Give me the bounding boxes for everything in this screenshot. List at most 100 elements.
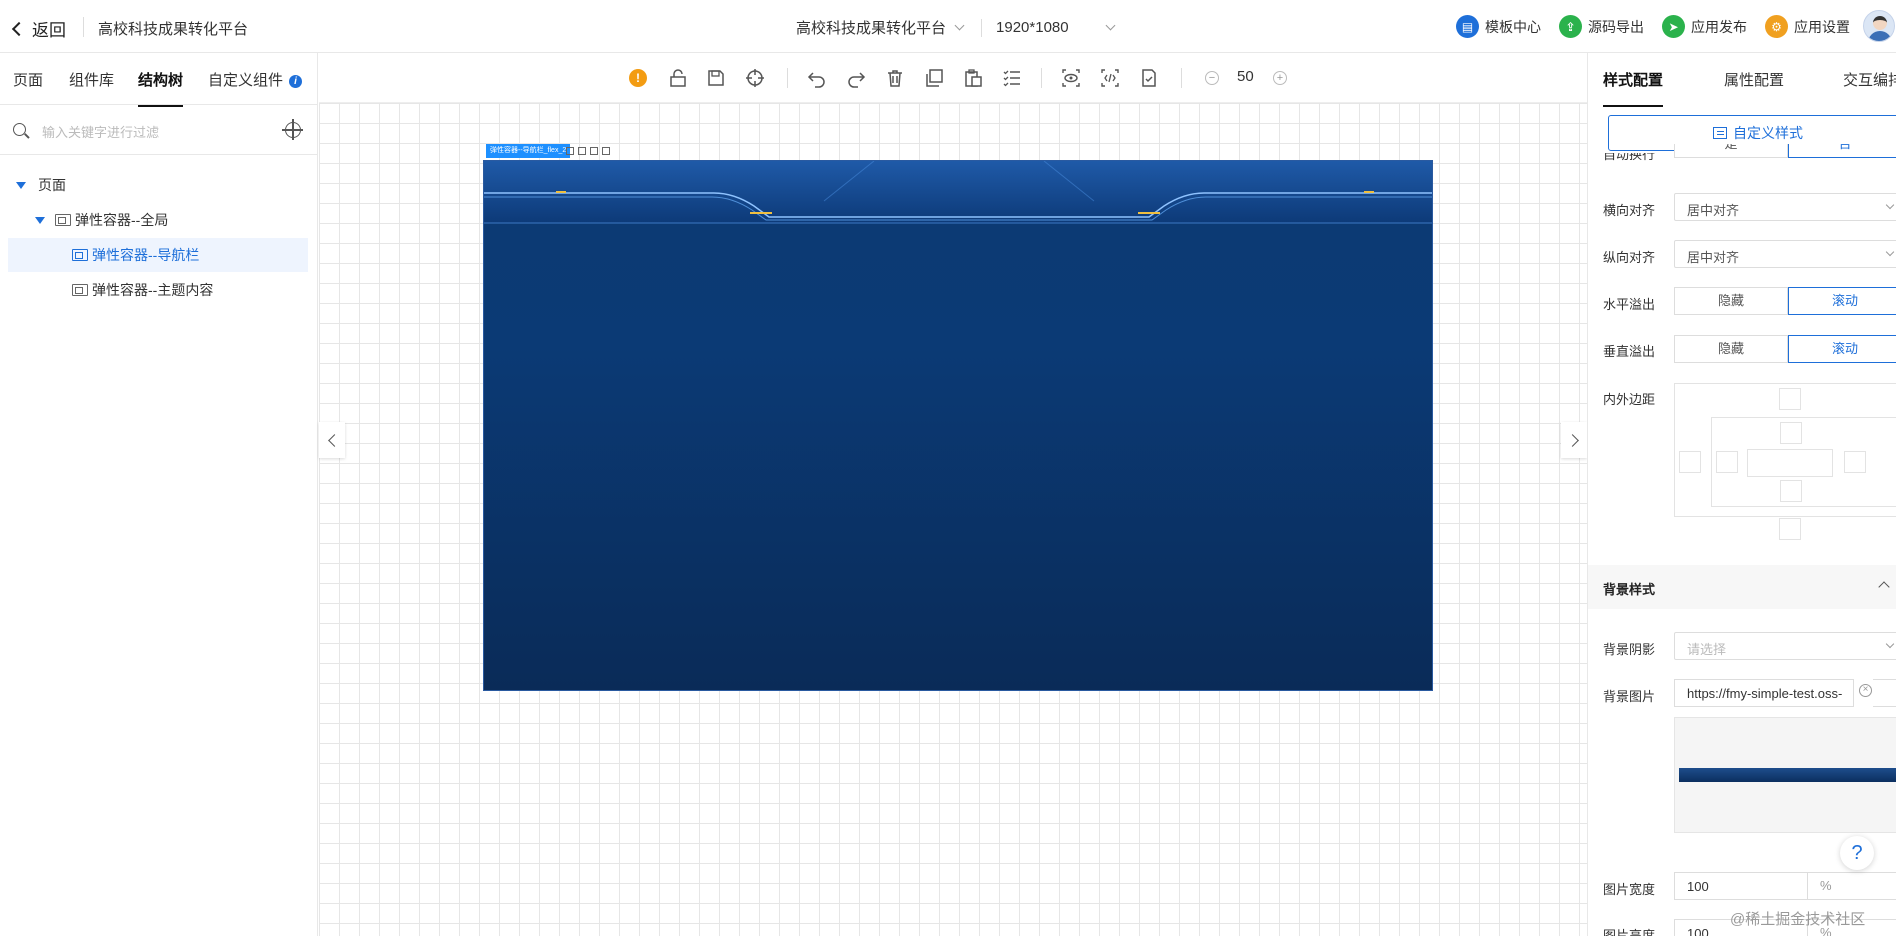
select-value: 居中对齐 [1687, 250, 1740, 265]
chevron-down-icon [1885, 247, 1895, 257]
tree-node-main-content[interactable]: 弹性容器--主题内容 [8, 273, 308, 307]
publish-icon: ➤ [1662, 15, 1685, 38]
tab-style-config[interactable]: 样式配置 [1603, 69, 1664, 107]
copy-icon[interactable] [924, 68, 944, 88]
preview-icon[interactable] [1061, 68, 1081, 88]
resolution-select[interactable]: 1920*1080 [996, 19, 1069, 36]
right-panel: 样式配置 属性配置 交互编排 自定义样式 自动换行 是 否 横向对齐 居中对齐 … [1587, 53, 1896, 936]
tree-node-global[interactable]: 弹性容器--全局 [8, 203, 308, 237]
h-overflow-scroll[interactable]: 滚动 [1788, 287, 1896, 315]
tab-page[interactable]: 页面 [13, 69, 43, 90]
section-title: 背景样式 [1603, 582, 1656, 597]
undo-icon[interactable] [807, 68, 827, 88]
tree-node-label: 页面 [38, 177, 66, 193]
export-source-button[interactable]: ⇪ 源码导出 [1559, 15, 1644, 38]
tree-node-page[interactable]: 页面 [8, 168, 308, 202]
container-icon [72, 284, 88, 296]
app-settings-button[interactable]: ⚙ 应用设置 [1765, 15, 1850, 38]
publish-button[interactable]: ➤ 应用发布 [1662, 15, 1747, 38]
paste-icon[interactable] [963, 68, 983, 88]
copy-icon[interactable] [578, 147, 586, 155]
zoom-in-button[interactable]: + [1273, 71, 1287, 85]
collapse-right-button[interactable] [1561, 422, 1587, 458]
check-doc-icon[interactable] [1139, 68, 1159, 88]
h-overflow-toggle: 隐藏 滚动 [1674, 287, 1896, 315]
avatar[interactable] [1863, 10, 1895, 42]
redo-icon[interactable] [846, 68, 866, 88]
move-icon[interactable] [602, 147, 610, 155]
select-placeholder: 请选择 [1687, 642, 1727, 657]
unit-select[interactable]: % [1807, 873, 1887, 899]
padding-right-input[interactable] [1844, 451, 1866, 473]
settings-icon: ⚙ [1765, 15, 1788, 38]
padding-left-input[interactable] [1716, 451, 1738, 473]
divider [981, 18, 983, 37]
chevron-right-icon [1565, 433, 1579, 447]
element-quick-tools [566, 144, 610, 158]
list-check-icon[interactable] [1002, 68, 1022, 88]
margin-bottom-input[interactable] [1779, 518, 1801, 540]
tab-property-config[interactable]: 属性配置 [1724, 69, 1784, 90]
zoom-out-button[interactable]: − [1205, 71, 1219, 85]
auto-wrap-yes[interactable]: 是 [1674, 144, 1788, 158]
navbar-graphic[interactable] [484, 161, 1433, 231]
search-input[interactable]: 输入关键字进行过滤 [42, 122, 159, 141]
margin-left-input[interactable] [1679, 451, 1701, 473]
tab-component-library[interactable]: 组件库 [69, 69, 114, 90]
caret-down-icon[interactable] [16, 181, 26, 189]
v-overflow-label: 垂直溢出 [1603, 344, 1656, 359]
search-icon [13, 123, 26, 136]
margin-top-input[interactable] [1779, 388, 1801, 410]
preview-image [1679, 768, 1896, 782]
tab-label: 自定义组件 [208, 72, 284, 89]
paste-icon[interactable] [590, 147, 598, 155]
auto-wrap-no[interactable]: 否 [1788, 144, 1896, 158]
padding-bottom-input[interactable] [1780, 480, 1802, 502]
tree-node-navbar[interactable]: 弹性容器--导航栏 [8, 238, 308, 272]
save-icon[interactable] [706, 68, 726, 88]
tab-interaction[interactable]: 交互编排 [1843, 69, 1896, 90]
warning-icon[interactable]: ! [629, 69, 647, 87]
auto-wrap-label: 自动换行 [1603, 153, 1656, 162]
avatar-head [1873, 16, 1887, 30]
bg-shadow-select[interactable]: 请选择 [1674, 632, 1896, 660]
v-align-select[interactable]: 居中对齐 [1674, 240, 1896, 268]
divider [1181, 68, 1182, 88]
caret-down-icon[interactable] [35, 216, 45, 224]
h-overflow-hidden[interactable]: 隐藏 [1674, 287, 1788, 315]
unlock-icon[interactable] [668, 68, 688, 88]
tree-node-label: 弹性容器--全局 [75, 212, 169, 228]
chevron-down-icon [1885, 200, 1895, 210]
collapse-left-button[interactable] [319, 422, 345, 458]
v-overflow-hidden[interactable]: 隐藏 [1674, 335, 1788, 363]
delete-icon[interactable] [566, 147, 574, 155]
crosshair-icon[interactable] [745, 68, 765, 88]
button-label: 自定义样式 [1733, 125, 1803, 141]
back-button[interactable]: 返回 [11, 16, 66, 41]
padding-top-input[interactable] [1780, 422, 1802, 444]
top-actions: ▤ 模板中心 ⇪ 源码导出 ➤ 应用发布 ⚙ 应用设置 [1456, 15, 1850, 38]
clear-icon[interactable] [1853, 679, 1873, 707]
template-center-button[interactable]: ▤ 模板中心 [1456, 15, 1541, 38]
zoom-level: 50 [1237, 68, 1254, 85]
bg-image-preview [1674, 717, 1896, 833]
code-icon[interactable] [1100, 68, 1120, 88]
img-height-label: 图片高度 [1603, 928, 1656, 936]
h-overflow-label: 水平溢出 [1603, 297, 1656, 312]
project-switcher[interactable]: 高校科技成果转化平台 1920*1080 [796, 17, 1132, 38]
delete-icon[interactable] [885, 68, 905, 88]
locate-icon[interactable] [282, 119, 303, 140]
spacing-editor [1674, 383, 1896, 540]
v-overflow-scroll[interactable]: 滚动 [1788, 335, 1896, 363]
input-value: 100 [1687, 926, 1709, 936]
tab-structure-tree[interactable]: 结构树 [138, 69, 184, 107]
page-preview-frame[interactable] [483, 160, 1433, 691]
back-label: 返回 [32, 21, 66, 40]
tab-custom-components[interactable]: 自定义组件 i [208, 69, 303, 90]
info-icon[interactable]: i [289, 75, 303, 88]
help-button[interactable]: ? [1840, 836, 1874, 870]
img-width-input[interactable]: 100 % [1674, 872, 1896, 900]
auto-wrap-toggle: 是 否 [1674, 144, 1896, 158]
bg-style-section-header[interactable]: 背景样式 [1588, 565, 1896, 609]
h-align-select[interactable]: 居中对齐 [1674, 193, 1896, 221]
